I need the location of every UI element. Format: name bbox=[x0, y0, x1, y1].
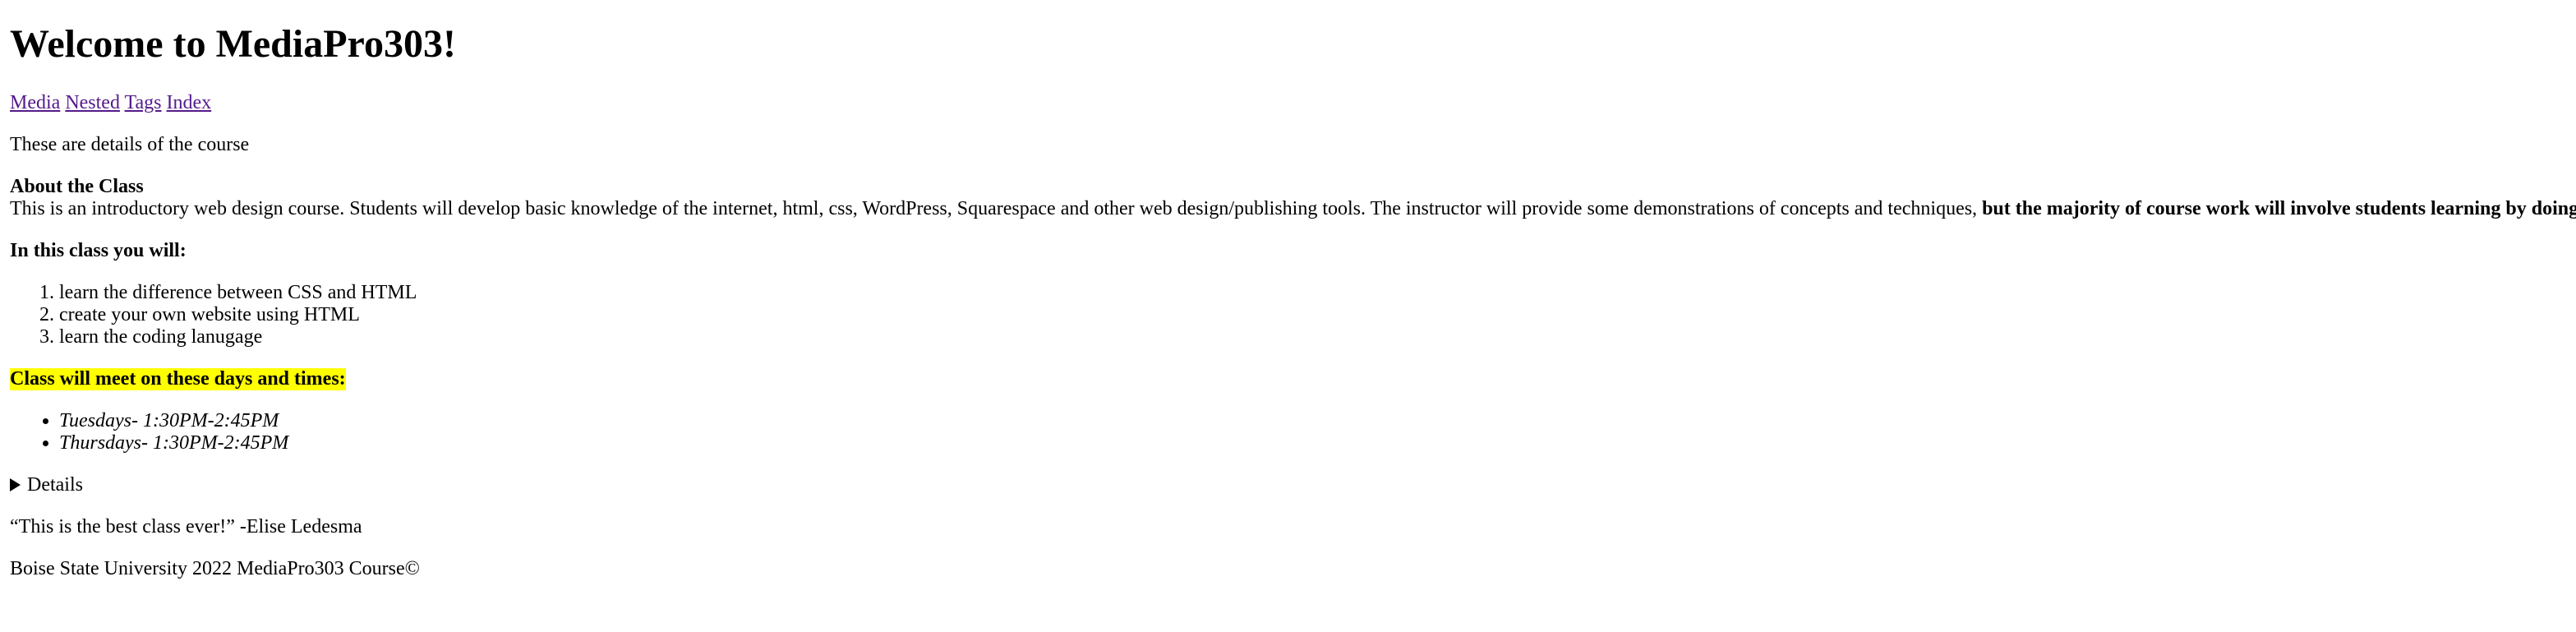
nav-link-index[interactable]: Index bbox=[167, 92, 212, 113]
objectives-list: learn the difference between CSS and HTM… bbox=[10, 282, 2576, 348]
testimonial-quote: “This is the best class ever!” -Elise Le… bbox=[10, 516, 362, 537]
page-title: Welcome to MediaPro303! bbox=[10, 22, 456, 66]
list-item: learn the difference between CSS and HTM… bbox=[59, 282, 2576, 304]
details-toggle[interactable]: Details bbox=[10, 474, 2576, 496]
footer-text: Boise State University 2022 MediaPro303 … bbox=[10, 558, 420, 579]
page: Welcome to MediaPro303! Media Nested Tag… bbox=[0, 0, 2576, 632]
schedule-heading-row: Class will meet on these days and times: bbox=[10, 368, 2576, 390]
nav-link-media[interactable]: Media bbox=[10, 92, 60, 113]
page-content: Welcome to MediaPro303! Media Nested Tag… bbox=[10, 0, 2576, 580]
disclosure-triangle-right-icon bbox=[10, 478, 21, 491]
schedule-list: Tuesdays- 1:30PM-2:45PM Thursdays- 1:30P… bbox=[10, 410, 2576, 454]
nav-links: Media Nested Tags Index bbox=[10, 92, 2576, 114]
list-item: learn the coding lanugage bbox=[59, 326, 2576, 348]
list-item: Tuesdays- 1:30PM-2:45PM bbox=[59, 410, 2576, 432]
about-section: About the Class This is an introductory … bbox=[10, 176, 2576, 220]
course-details-text: These are details of the course bbox=[10, 134, 250, 155]
nav-link-tags[interactable]: Tags bbox=[125, 92, 162, 113]
nav-link-nested[interactable]: Nested bbox=[65, 92, 120, 113]
details-summary: Details bbox=[27, 474, 83, 496]
about-body-emphasis: but the majority of course work will inv… bbox=[1982, 198, 2576, 219]
list-item: Thursdays- 1:30PM-2:45PM bbox=[59, 432, 2576, 454]
schedule-heading: Class will meet on these days and times: bbox=[10, 368, 346, 390]
objectives-heading: In this class you will: bbox=[10, 240, 187, 261]
about-body-text: This is an introductory web design cours… bbox=[10, 198, 1983, 219]
list-item: create your own website using HTML bbox=[59, 304, 2576, 326]
about-body: This is an introductory web design cours… bbox=[10, 198, 2576, 220]
about-heading: About the Class bbox=[10, 176, 144, 197]
